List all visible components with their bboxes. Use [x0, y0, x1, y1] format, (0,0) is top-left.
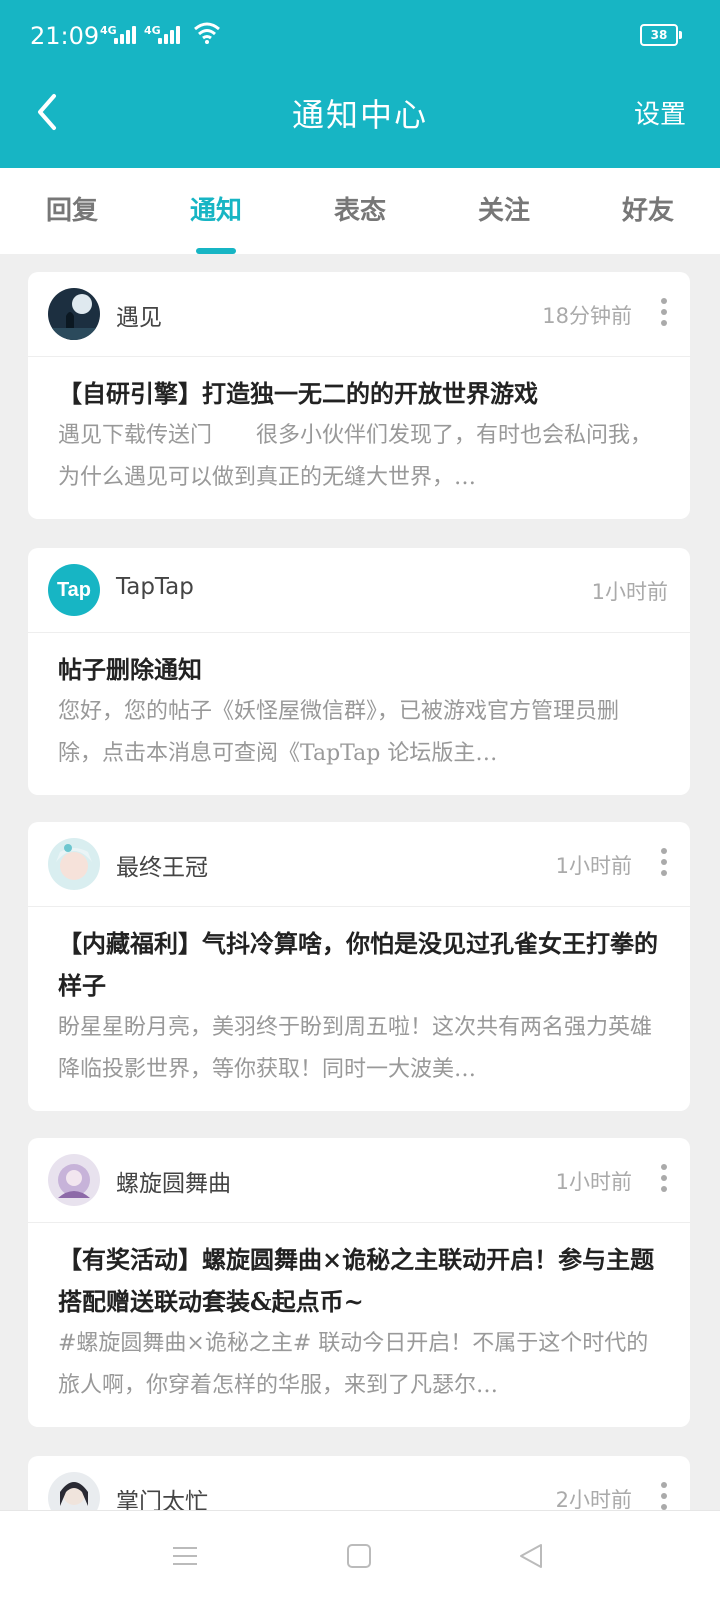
post-title: 【自研引擎】打造独一无二的的开放世界游戏 — [58, 379, 538, 408]
notification-card[interactable]: Tap TapTap 1小时前 帖子删除通知 您好，您的帖子《妖怪屋微信群》，已… — [28, 548, 690, 795]
menu-icon[interactable] — [170, 1541, 200, 1571]
tab-reaction[interactable]: 表态 — [288, 168, 432, 254]
tab-bar: 回复 通知 表态 关注 好友 — [0, 168, 720, 254]
tab-reply[interactable]: 回复 — [0, 168, 144, 254]
settings-button[interactable]: 设置 — [634, 94, 686, 131]
post-excerpt: 盼星星盼月亮，美羽终于盼到周五啦！这次共有两名强力英雄降临投影世界，等你获取！同… — [58, 1015, 653, 1082]
user-name[interactable]: TapTap — [116, 574, 194, 600]
avatar[interactable] — [48, 838, 100, 890]
post-title: 帖子删除通知 — [58, 655, 202, 684]
battery-icon: 38 — [640, 24, 682, 46]
taptap-logo[interactable]: Tap — [48, 564, 100, 616]
more-options-icon[interactable] — [660, 848, 668, 878]
avatar[interactable] — [48, 288, 100, 340]
tab-notice[interactable]: 通知 — [144, 168, 288, 254]
more-options-icon[interactable] — [660, 1164, 668, 1194]
post-excerpt: #螺旋圆舞曲×诡秘之主# 联动今日开启！不属于这个时代的旅人啊，你穿着怎样的华服… — [58, 1331, 649, 1398]
post-excerpt: 您好，您的帖子《妖怪屋微信群》，已被游戏官方管理员删除，点击本消息可查阅《Tap… — [58, 699, 620, 766]
avatar[interactable] — [48, 1154, 100, 1206]
system-nav-bar — [0, 1510, 720, 1601]
post-title: 【内藏福利】气抖冷算啥，你怕是没见过孔雀女王打拳的样子 — [58, 929, 658, 1000]
timestamp: 1小时前 — [555, 1170, 632, 1194]
user-name[interactable]: 螺旋圆舞曲 — [116, 1164, 231, 1198]
post-title: 【有奖活动】螺旋圆舞曲×诡秘之主联动开启！参与主题搭配赠送联动套装&起点币~ — [58, 1245, 655, 1316]
app-header: 21:09 4G 4G 38 通知中心 设置 — [0, 0, 720, 168]
page-title: 通知中心 — [291, 96, 428, 134]
user-name[interactable]: 遇见 — [116, 298, 162, 332]
notification-card[interactable]: 螺旋圆舞曲 1小时前 【有奖活动】螺旋圆舞曲×诡秘之主联动开启！参与主题搭配赠送… — [28, 1138, 690, 1427]
post-excerpt: 遇见下载传送门 很多小伙伴们发现了，有时也会私问我，为什么遇见可以做到真正的无缝… — [58, 423, 653, 490]
notification-card[interactable]: 遇见 18分钟前 【自研引擎】打造独一无二的的开放世界游戏 遇见下载传送门 很多… — [28, 272, 690, 519]
cell-signal-icon: 4G — [100, 24, 136, 44]
cell-signal-icon-2: 4G — [144, 24, 180, 44]
user-name[interactable]: 最终王冠 — [116, 848, 208, 882]
more-options-icon[interactable] — [660, 1482, 668, 1512]
wifi-icon — [194, 22, 220, 44]
home-icon[interactable] — [344, 1541, 374, 1571]
timestamp: 1小时前 — [555, 854, 632, 878]
notification-card[interactable]: 最终王冠 1小时前 【内藏福利】气抖冷算啥，你怕是没见过孔雀女王打拳的样子 盼星… — [28, 822, 690, 1111]
tab-follow[interactable]: 关注 — [432, 168, 576, 254]
timestamp: 1小时前 — [591, 580, 668, 604]
timestamp: 18分钟前 — [542, 304, 632, 328]
signal-indicators: 4G 4G — [100, 22, 220, 44]
back-icon[interactable] — [516, 1541, 546, 1571]
status-time: 21:09 — [30, 22, 100, 50]
more-options-icon[interactable] — [660, 298, 668, 328]
tab-friends[interactable]: 好友 — [576, 168, 720, 254]
